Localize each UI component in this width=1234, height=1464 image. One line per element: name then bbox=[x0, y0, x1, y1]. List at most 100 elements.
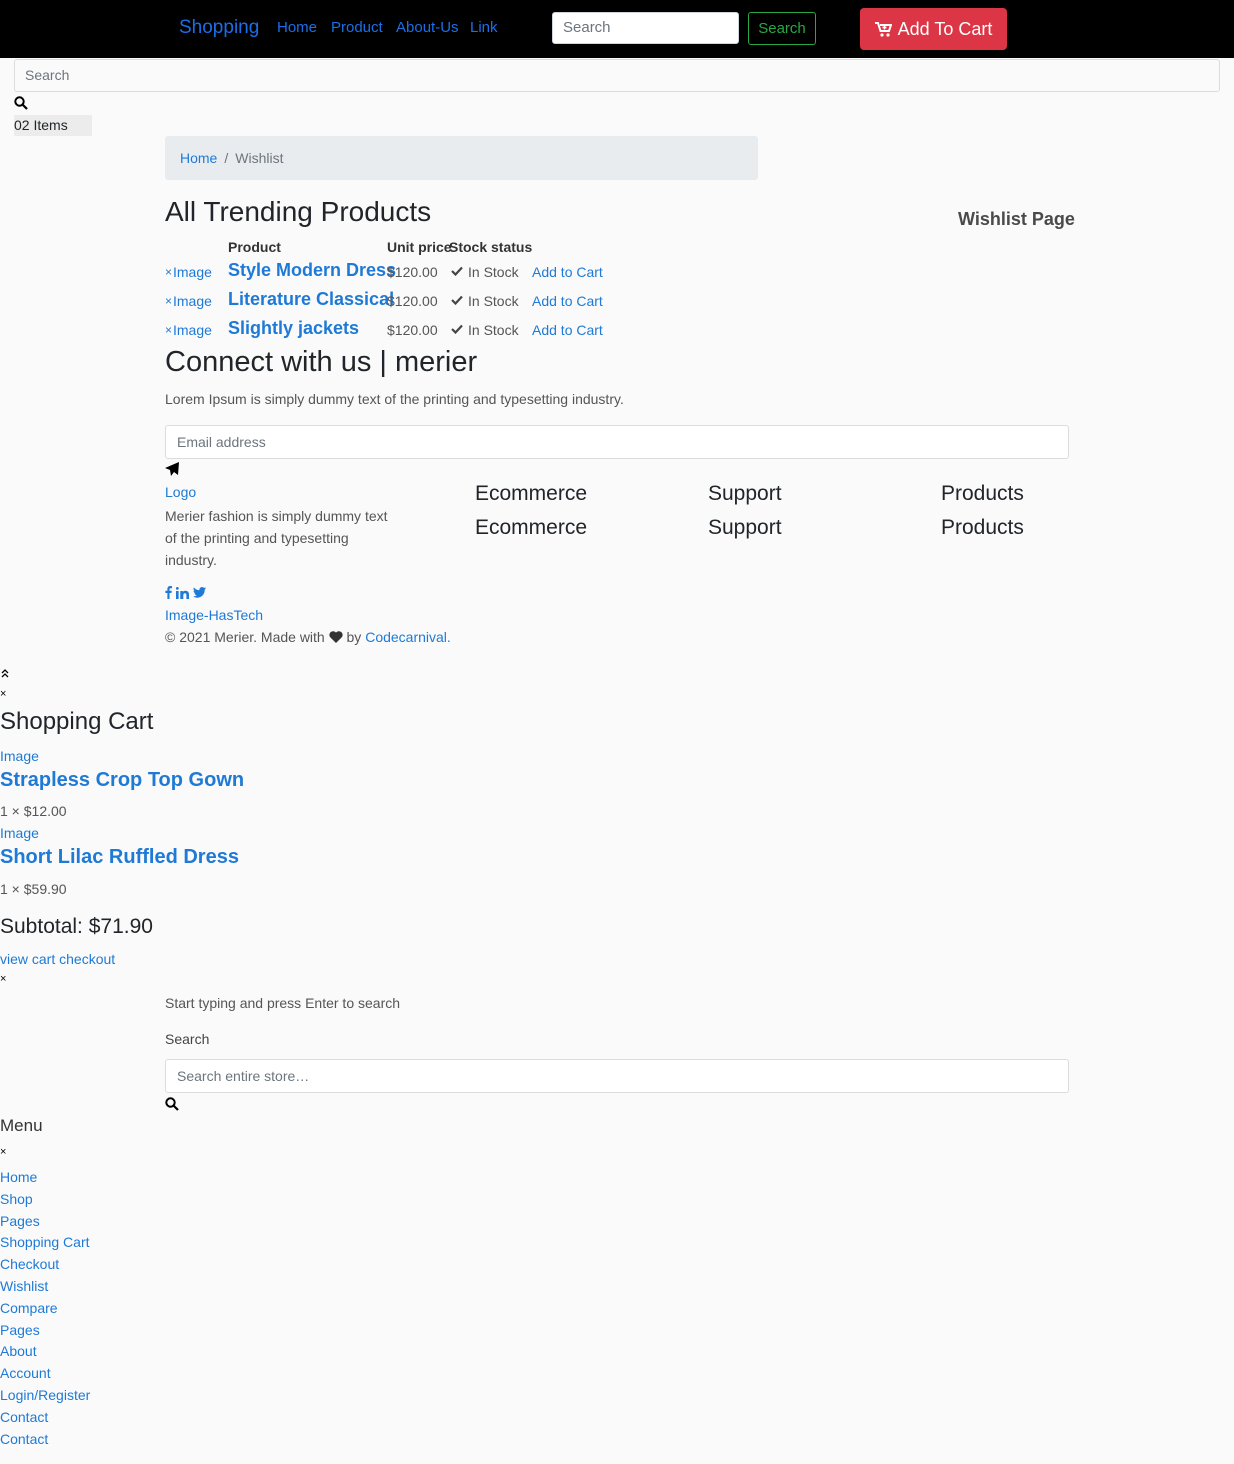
top-navbar: Shopping Home Product About-Us Link Sear… bbox=[0, 0, 1234, 58]
table-row: × Image Slightly jackets $120.00 In Stoc… bbox=[165, 318, 625, 342]
remove-item-button[interactable]: × bbox=[165, 265, 172, 279]
copyright-prefix: © 2021 Merier. Made with bbox=[165, 629, 325, 645]
footer-heading-products: Products bbox=[941, 482, 1024, 505]
send-icon[interactable] bbox=[165, 462, 180, 476]
add-to-cart-link[interactable]: Add to Cart bbox=[532, 293, 603, 309]
add-to-cart-link[interactable]: Add to Cart bbox=[532, 264, 603, 280]
menu-item-contact[interactable]: Contact bbox=[0, 1409, 48, 1425]
menu-item-pages-2[interactable]: Pages bbox=[0, 1322, 40, 1338]
product-name-link[interactable]: Literature Classical bbox=[228, 289, 394, 310]
footer-logo[interactable]: Logo bbox=[165, 484, 196, 500]
nav-link-home[interactable]: Home bbox=[277, 19, 317, 36]
menu-item-about[interactable]: About bbox=[0, 1343, 37, 1359]
email-field[interactable]: Email address bbox=[165, 425, 1069, 459]
mobile-menu-list: Home Shop Pages Shopping Cart Checkout W… bbox=[0, 1167, 90, 1450]
newsletter-text: Lorem Ipsum is simply dummy text of the … bbox=[165, 391, 624, 407]
page-title: All Trending Products bbox=[165, 196, 432, 227]
cart-close-button[interactable]: × bbox=[0, 688, 6, 700]
cart-item-name[interactable]: Short Lilac Ruffled Dress bbox=[0, 846, 239, 869]
product-name-link[interactable]: Style Modern Dress bbox=[228, 260, 396, 281]
footer-heading-ecommerce-2: Ecommerce bbox=[475, 516, 588, 539]
nav-link-about-us[interactable]: About-Us bbox=[396, 19, 459, 36]
breadcrumb: Home / Wishlist bbox=[165, 136, 758, 180]
stock-status: In Stock bbox=[468, 322, 519, 338]
cart-item-qty-price: 1 × $59.90 bbox=[0, 881, 67, 897]
copyright-by: by bbox=[346, 629, 362, 645]
search-label: Search bbox=[165, 1031, 210, 1047]
table-row: × Image Literature Classical $120.00 In … bbox=[165, 289, 625, 313]
search-hint: Start typing and press Enter to search bbox=[165, 995, 401, 1011]
newsletter-title: Connect with us | merier bbox=[165, 346, 478, 378]
breadcrumb-home[interactable]: Home bbox=[180, 150, 217, 166]
menu-item-shop[interactable]: Shop bbox=[0, 1191, 33, 1207]
cart-item-name[interactable]: Strapless Crop Top Gown bbox=[0, 769, 244, 792]
stock-status: In Stock bbox=[468, 264, 519, 280]
footer-heading-ecommerce: Ecommerce bbox=[475, 482, 588, 505]
menu-item-checkout[interactable]: Checkout bbox=[0, 1256, 59, 1272]
heart-icon bbox=[328, 631, 343, 643]
product-price: $120.00 bbox=[387, 293, 438, 309]
twitter-icon[interactable] bbox=[193, 587, 206, 598]
add-to-cart-label: Add To Cart bbox=[897, 18, 993, 39]
social-links bbox=[165, 586, 206, 599]
nav-link-product[interactable]: Product bbox=[331, 19, 383, 36]
payment-image[interactable]: Image-HasTech bbox=[165, 607, 263, 623]
facebook-icon[interactable] bbox=[165, 586, 172, 599]
footer-heading-products-2: Products bbox=[941, 516, 1024, 539]
navbar-search-input[interactable]: Search bbox=[552, 12, 739, 44]
store-search-input[interactable]: Search entire store… bbox=[165, 1059, 1069, 1093]
search-icon[interactable] bbox=[14, 96, 28, 110]
linkedin-icon[interactable] bbox=[176, 586, 189, 599]
page-side-title: Wishlist Page bbox=[958, 209, 1075, 229]
menu-title: Menu bbox=[0, 1116, 43, 1135]
check-icon bbox=[451, 324, 463, 334]
cart-item-image[interactable]: Image bbox=[0, 825, 39, 841]
scroll-to-top-icon[interactable] bbox=[1, 669, 9, 678]
header-search-input[interactable]: Search bbox=[14, 59, 1220, 92]
cart-subtotal: Subtotal: $71.90 bbox=[0, 915, 153, 938]
add-to-cart-link[interactable]: Add to Cart bbox=[532, 322, 603, 338]
cart-plus-icon bbox=[874, 21, 892, 37]
copyright: © 2021 Merier. Made with by Codecarnival… bbox=[165, 629, 451, 645]
menu-item-account[interactable]: Account bbox=[0, 1365, 51, 1381]
menu-item-login-register[interactable]: Login/Register bbox=[0, 1387, 90, 1403]
menu-item-compare[interactable]: Compare bbox=[0, 1300, 58, 1316]
copyright-link[interactable]: Codecarnival. bbox=[365, 629, 451, 645]
cart-count-badge[interactable]: 02 Items bbox=[14, 115, 92, 136]
footer-heading-support-2: Support bbox=[708, 516, 782, 539]
footer-about-text: Merier fashion is simply dummy text of t… bbox=[165, 508, 388, 568]
search-close-button[interactable]: × bbox=[0, 973, 6, 985]
menu-item-pages[interactable]: Pages bbox=[0, 1213, 40, 1229]
search-icon[interactable] bbox=[165, 1097, 179, 1111]
menu-close-button[interactable]: × bbox=[0, 1146, 6, 1158]
table-row: × Image Style Modern Dress $120.00 In St… bbox=[165, 260, 625, 284]
product-name-link[interactable]: Slightly jackets bbox=[228, 318, 359, 339]
product-image[interactable]: Image bbox=[173, 322, 212, 338]
product-price: $120.00 bbox=[387, 264, 438, 280]
product-image[interactable]: Image bbox=[173, 293, 212, 309]
menu-item-wishlist[interactable]: Wishlist bbox=[0, 1278, 48, 1294]
table-header-product: Product bbox=[228, 239, 281, 255]
nav-link-link[interactable]: Link bbox=[470, 19, 498, 36]
stock-status: In Stock bbox=[468, 293, 519, 309]
product-image[interactable]: Image bbox=[173, 264, 212, 280]
menu-item-contact-2[interactable]: Contact bbox=[0, 1431, 48, 1447]
check-icon bbox=[451, 295, 463, 305]
remove-item-button[interactable]: × bbox=[165, 323, 172, 337]
remove-item-button[interactable]: × bbox=[165, 294, 172, 308]
menu-item-home[interactable]: Home bbox=[0, 1169, 37, 1185]
cart-item-image[interactable]: Image bbox=[0, 748, 39, 764]
add-to-cart-button[interactable]: Add To Cart bbox=[860, 8, 1007, 50]
table-header-stock-status: Stock status bbox=[449, 239, 533, 255]
navbar-brand[interactable]: Shopping bbox=[179, 17, 259, 39]
menu-item-shopping-cart[interactable]: Shopping Cart bbox=[0, 1234, 90, 1250]
cart-item-qty-price: 1 × $12.00 bbox=[0, 803, 67, 819]
table-header-unit-price: Unit price bbox=[387, 239, 452, 255]
breadcrumb-current: Wishlist bbox=[235, 150, 284, 166]
navbar-search-button[interactable]: Search bbox=[748, 12, 816, 45]
breadcrumb-separator: / bbox=[224, 150, 229, 166]
view-cart-checkout-link[interactable]: view cart checkout bbox=[0, 951, 115, 967]
footer-heading-support: Support bbox=[708, 482, 782, 505]
cart-title: Shopping Cart bbox=[0, 708, 154, 735]
check-icon bbox=[451, 266, 463, 276]
